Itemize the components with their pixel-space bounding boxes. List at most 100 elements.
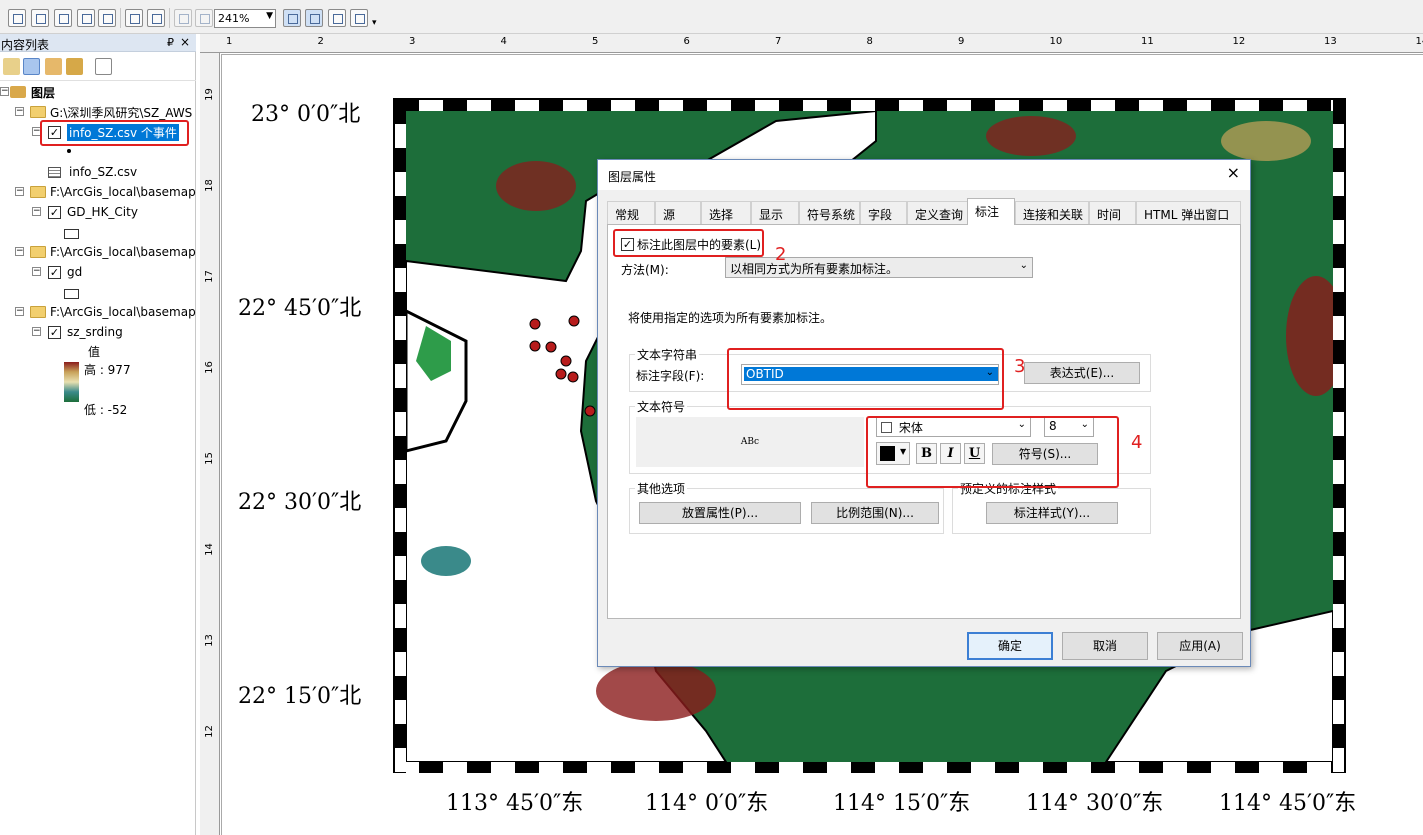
tree-item-layer-sz-srding[interactable]: ✓ sz_srding xyxy=(48,323,123,341)
ok-button[interactable]: 确定 xyxy=(967,632,1053,660)
ruler-tick-label: 2 xyxy=(317,36,324,47)
map-graticule-border-bottom xyxy=(395,762,1344,773)
tab-symbology[interactable]: 符号系统 xyxy=(799,201,860,224)
tree-item-layer-gd-hk-city[interactable]: ✓ GD_HK_City xyxy=(48,203,138,221)
tab-display[interactable]: 显示 xyxy=(751,201,799,224)
tree-item-layer-gd[interactable]: ✓ gd xyxy=(48,263,82,281)
cancel-button[interactable]: 取消 xyxy=(1062,632,1148,660)
collapse-icon[interactable]: − xyxy=(15,107,24,116)
layer-label: GD_HK_City xyxy=(67,205,138,219)
tab-joins-relates[interactable]: 连接和关联 xyxy=(1015,201,1089,224)
collapse-icon[interactable]: − xyxy=(15,307,24,316)
fixed-zoom-out-icon[interactable] xyxy=(147,9,165,27)
zoom-out-tool-icon[interactable] xyxy=(31,9,49,27)
full-extent-icon[interactable] xyxy=(77,9,95,27)
toggle-draft-mode-icon[interactable] xyxy=(283,9,301,27)
zoom-in-tool-icon[interactable] xyxy=(8,9,26,27)
layer-visibility-checkbox[interactable]: ✓ xyxy=(48,205,61,219)
annotation-number-2: 2 xyxy=(775,244,787,265)
annotation-number-3: 3 xyxy=(1014,356,1026,377)
zoom-whole-page-icon[interactable] xyxy=(98,9,116,27)
folder-label: G:\深圳季风研究\SZ_AWS xyxy=(50,105,193,120)
pan-tool-icon[interactable] xyxy=(54,9,72,27)
text-symbol-group-title: 文本符号 xyxy=(635,398,688,415)
method-label: 方法(M): xyxy=(621,263,669,277)
placement-properties-button[interactable]: 放置属性(P)... xyxy=(639,502,801,524)
list-by-drawing-order-icon[interactable] xyxy=(3,58,20,75)
longitude-label: 114° 15′0″东 xyxy=(833,791,971,816)
data-driven-pages-icon[interactable] xyxy=(350,9,368,27)
chevron-down-icon: ⌄ xyxy=(1019,260,1028,271)
close-icon[interactable]: × xyxy=(1227,165,1240,181)
terrain-peak xyxy=(986,116,1076,156)
table-of-contents-panel: 内容列表 ₽ × − 图层 − G:\深圳季风研究\SZ_AWS − ✓ inf… xyxy=(0,34,196,835)
layer-visibility-checkbox[interactable]: ✓ xyxy=(48,265,61,279)
terrain-hill xyxy=(1221,121,1311,161)
tree-item-folder[interactable]: F:\ArcGis_local\basemap xyxy=(30,303,196,321)
toc-title: 内容列表 xyxy=(1,38,50,52)
annotation-box-1 xyxy=(40,120,189,146)
tab-general[interactable]: 常规 xyxy=(607,201,655,224)
polygon-symbol-icon xyxy=(64,289,79,299)
ruler-tick-label: 10 xyxy=(1049,36,1063,47)
ruler-tick-label: 8 xyxy=(866,36,873,47)
list-by-selection-icon[interactable] xyxy=(66,58,83,75)
zoom-value: 241% xyxy=(218,12,250,25)
zoom-percent-combo[interactable]: 241% ▼ xyxy=(214,9,276,28)
ruler-tick-label: 14 xyxy=(1415,36,1423,47)
list-by-source-icon[interactable] xyxy=(23,58,40,75)
info-text: 将使用指定的选项为所有要素加标注。 xyxy=(628,311,833,325)
island xyxy=(421,546,471,576)
apply-button[interactable]: 应用(A) xyxy=(1157,632,1243,660)
fixed-zoom-in-icon[interactable] xyxy=(125,9,143,27)
toolbar-options-icon[interactable]: ▾ xyxy=(372,18,377,28)
layer-visibility-checkbox[interactable]: ✓ xyxy=(48,325,61,339)
collapse-icon[interactable]: − xyxy=(15,187,24,196)
ruler-tick-label: 4 xyxy=(500,36,507,47)
folder-icon xyxy=(30,246,46,258)
collapse-icon[interactable]: − xyxy=(15,247,24,256)
layers-root[interactable]: 图层 xyxy=(10,83,55,101)
terrain-peak xyxy=(496,161,576,211)
layer-label: sz_srding xyxy=(67,325,123,339)
ruler-tick-label: 5 xyxy=(592,36,599,47)
expression-button[interactable]: 表达式(E)... xyxy=(1024,362,1140,384)
main-toolbar: 241% ▼ ▾ xyxy=(0,0,1423,34)
ruler-tick-label: 18 xyxy=(203,179,215,192)
list-by-visibility-icon[interactable] xyxy=(45,58,62,75)
raster-high-label: 高 : 977 xyxy=(84,363,131,377)
pin-icon[interactable]: ₽ xyxy=(167,36,174,49)
ruler-tick-label: 13 xyxy=(1324,36,1337,47)
collapse-icon[interactable]: − xyxy=(32,207,41,216)
method-select[interactable]: 以相同方式为所有要素加标注。 ⌄ xyxy=(725,257,1033,278)
tree-item-folder[interactable]: F:\ArcGis_local\basemap xyxy=(30,183,196,201)
back-icon[interactable] xyxy=(174,9,192,27)
collapse-icon[interactable]: − xyxy=(0,87,9,96)
collapse-icon[interactable]: − xyxy=(32,267,41,276)
ruler-tick-label: 6 xyxy=(683,36,690,47)
tab-labels[interactable]: 标注 xyxy=(967,198,1015,225)
forward-icon[interactable] xyxy=(195,9,213,27)
close-icon[interactable]: × xyxy=(180,35,190,49)
tab-html-popup[interactable]: HTML 弹出窗口 xyxy=(1136,201,1241,224)
scale-range-button[interactable]: 比例范围(N)... xyxy=(811,502,939,524)
label-styles-button[interactable]: 标注样式(Y)... xyxy=(986,502,1118,524)
focus-data-frame-icon[interactable] xyxy=(305,9,323,27)
ruler-tick-label: 17 xyxy=(203,270,215,283)
longitude-label: 114° 45′0″东 xyxy=(1219,791,1357,816)
tab-time[interactable]: 时间 xyxy=(1089,201,1136,224)
collapse-icon[interactable]: − xyxy=(32,327,41,336)
change-layout-icon[interactable] xyxy=(328,9,346,27)
tree-item-folder[interactable]: G:\深圳季风研究\SZ_AWS xyxy=(30,103,192,121)
tree-item-table[interactable]: info_SZ.csv xyxy=(48,163,137,181)
map-graticule-border-left xyxy=(395,100,406,773)
options-icon[interactable] xyxy=(95,58,112,75)
tab-definition-query[interactable]: 定义查询 xyxy=(907,201,969,224)
tab-selection[interactable]: 选择 xyxy=(701,201,751,224)
tree-item-folder[interactable]: F:\ArcGis_local\basemap xyxy=(30,243,196,261)
raster-low-label: 低 : -52 xyxy=(84,403,128,417)
folder-icon xyxy=(30,106,46,118)
tab-source[interactable]: 源 xyxy=(655,201,701,224)
tab-fields[interactable]: 字段 xyxy=(860,201,907,224)
longitude-label: 114° 30′0″东 xyxy=(1026,791,1164,816)
